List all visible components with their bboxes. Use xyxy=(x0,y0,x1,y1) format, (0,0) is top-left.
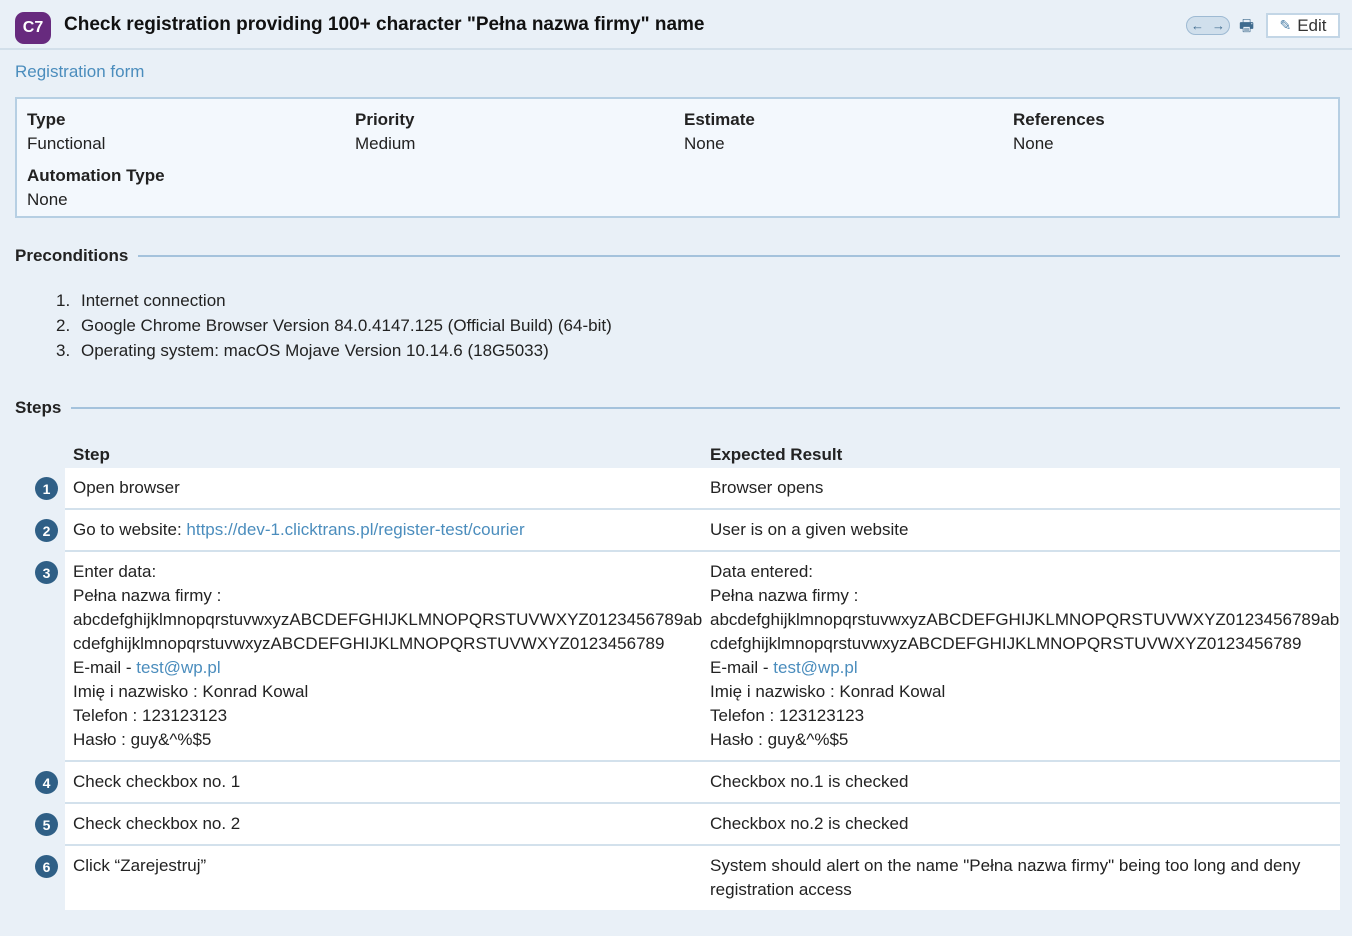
page-title: Check registration providing 100+ charac… xyxy=(64,14,705,35)
section-title: Steps xyxy=(15,398,62,417)
line: Imię i nazwisko : Konrad Kowal xyxy=(710,682,946,701)
step-text: Check checkbox no. 2 xyxy=(73,814,241,833)
email-label: E-mail - xyxy=(73,658,137,677)
line: Imię i nazwisko : Konrad Kowal xyxy=(73,682,309,701)
preconditions-list: 1. Internet connection 2. Google Chrome Br… xyxy=(56,288,612,363)
field-estimate: Estimate None xyxy=(684,110,755,154)
steps-heading: Steps xyxy=(15,398,1340,418)
field-priority: Priority Medium xyxy=(355,110,415,154)
edit-label: Edit xyxy=(1297,15,1327,35)
step-prefix: Go to website: xyxy=(73,520,187,539)
field-value: Functional xyxy=(27,134,106,153)
expected-text: Checkbox no.2 is checked xyxy=(710,814,909,833)
line: cdefghijklmnopqrstuvwxyzABCDEFGHIJKLMNOP… xyxy=(710,634,1302,653)
expected-text: System should alert on the name "Pełna n… xyxy=(710,856,1301,899)
line: Hasło : guy&^%$5 xyxy=(710,730,849,749)
line: abcdefghijklmnopqrstuvwxyzABCDEFGHIJKLMN… xyxy=(710,610,1340,629)
case-id-badge: C7 xyxy=(15,12,51,44)
list-item-text: Internet connection xyxy=(81,291,226,310)
field-references: References None xyxy=(1013,110,1105,154)
line: Telefon : 123123123 xyxy=(710,706,865,725)
line: Telefon : 123123123 xyxy=(73,706,228,725)
step-number: 4 xyxy=(35,771,58,794)
info-panel: Type Functional Priority Medium Estimate No… xyxy=(15,97,1340,218)
section-link[interactable]: Registration form xyxy=(15,62,144,82)
divider xyxy=(138,255,1340,257)
step-text: Go to website: https://dev-1.clicktrans.… xyxy=(73,518,703,542)
table-row: 6 Click “Zarejestruj” System should aler… xyxy=(35,846,1340,910)
line: abcdefghijklmnopqrstuvwxyzABCDEFGHIJKLMN… xyxy=(73,610,703,629)
column-header-step: Step xyxy=(73,445,110,464)
list-item: 1. Internet connection xyxy=(56,291,226,310)
divider xyxy=(71,407,1340,409)
field-label: Priority xyxy=(355,110,415,129)
header: C7 Check registration providing 100+ cha… xyxy=(0,0,1352,50)
table-row: 5 Check checkbox no. 2 Checkbox no.2 is … xyxy=(35,804,1340,846)
list-item: 3. Operating system: macOS Mojave Version… xyxy=(56,341,549,360)
line: Pełna nazwa firmy : xyxy=(73,586,222,605)
table-row: 4 Check checkbox no. 1 Checkbox no.1 is … xyxy=(35,762,1340,804)
nav-pill: ← → xyxy=(1186,16,1230,35)
arrow-left-icon[interactable]: ← xyxy=(1191,18,1204,33)
list-item: 2. Google Chrome Browser Version 84.0.414… xyxy=(56,316,612,335)
step-text: Enter data: Pełna nazwa firmy : abcdefgh… xyxy=(73,560,703,752)
line: E-mail - test@wp.pl xyxy=(710,656,1335,680)
edit-button[interactable]: ✎ Edit xyxy=(1266,13,1340,38)
email-link[interactable]: test@wp.pl xyxy=(136,658,220,677)
field-label: Estimate xyxy=(684,110,755,129)
website-link[interactable]: https://dev-1.clicktrans.pl/register-tes… xyxy=(186,520,524,539)
step-number: 5 xyxy=(35,813,58,836)
email-link[interactable]: test@wp.pl xyxy=(773,658,857,677)
table-row: 1 Open browser Browser opens xyxy=(35,468,1340,510)
step-text: Click “Zarejestruj” xyxy=(73,856,207,875)
pencil-icon: ✎ xyxy=(1279,17,1292,33)
step-number: 2 xyxy=(35,519,58,542)
field-value: None xyxy=(27,190,68,209)
email-label: E-mail - xyxy=(710,658,774,677)
field-type: Type Functional xyxy=(27,110,105,154)
list-item-text: Operating system: macOS Mojave Version 1… xyxy=(81,341,549,360)
step-text: Check checkbox no. 1 xyxy=(73,772,241,791)
line: cdefghijklmnopqrstuvwxyzABCDEFGHIJKLMNOP… xyxy=(73,634,665,653)
field-value: Medium xyxy=(355,134,416,153)
line: Hasło : guy&^%$5 xyxy=(73,730,212,749)
field-value: None xyxy=(684,134,725,153)
field-value: None xyxy=(1013,134,1054,153)
arrow-right-icon[interactable]: → xyxy=(1212,18,1225,33)
section-title: Preconditions xyxy=(15,246,129,265)
table-row: 3 Enter data: Pełna nazwa firmy : abcdef… xyxy=(35,552,1340,762)
list-item-text: Google Chrome Browser Version 84.0.4147.… xyxy=(81,316,612,335)
expected-text: Browser opens xyxy=(710,478,824,497)
step-number: 6 xyxy=(35,855,58,878)
preconditions-heading: Preconditions xyxy=(15,246,1340,266)
column-header-expected: Expected Result xyxy=(710,445,843,464)
table-row: 2 Go to website: https://dev-1.clicktran… xyxy=(35,510,1340,552)
field-automation-type: Automation Type None xyxy=(27,166,165,210)
step-text: Open browser xyxy=(73,478,180,497)
step-number: 3 xyxy=(35,561,58,584)
field-label: Automation Type xyxy=(27,166,165,185)
step-number: 1 xyxy=(35,477,58,500)
line: Data entered: xyxy=(710,562,814,581)
expected-text: User is on a given website xyxy=(710,520,909,539)
expected-text: Data entered: Pełna nazwa firmy : abcdef… xyxy=(710,560,1340,752)
field-label: References xyxy=(1013,110,1105,129)
steps-table-header: Step Expected Result xyxy=(65,440,1340,468)
field-label: Type xyxy=(27,110,66,129)
line: Pełna nazwa firmy : xyxy=(710,586,859,605)
line: E-mail - test@wp.pl xyxy=(73,656,703,680)
printer-icon[interactable]: 🖶 xyxy=(1239,15,1254,42)
line: Enter data: xyxy=(73,562,157,581)
expected-text: Checkbox no.1 is checked xyxy=(710,772,909,791)
